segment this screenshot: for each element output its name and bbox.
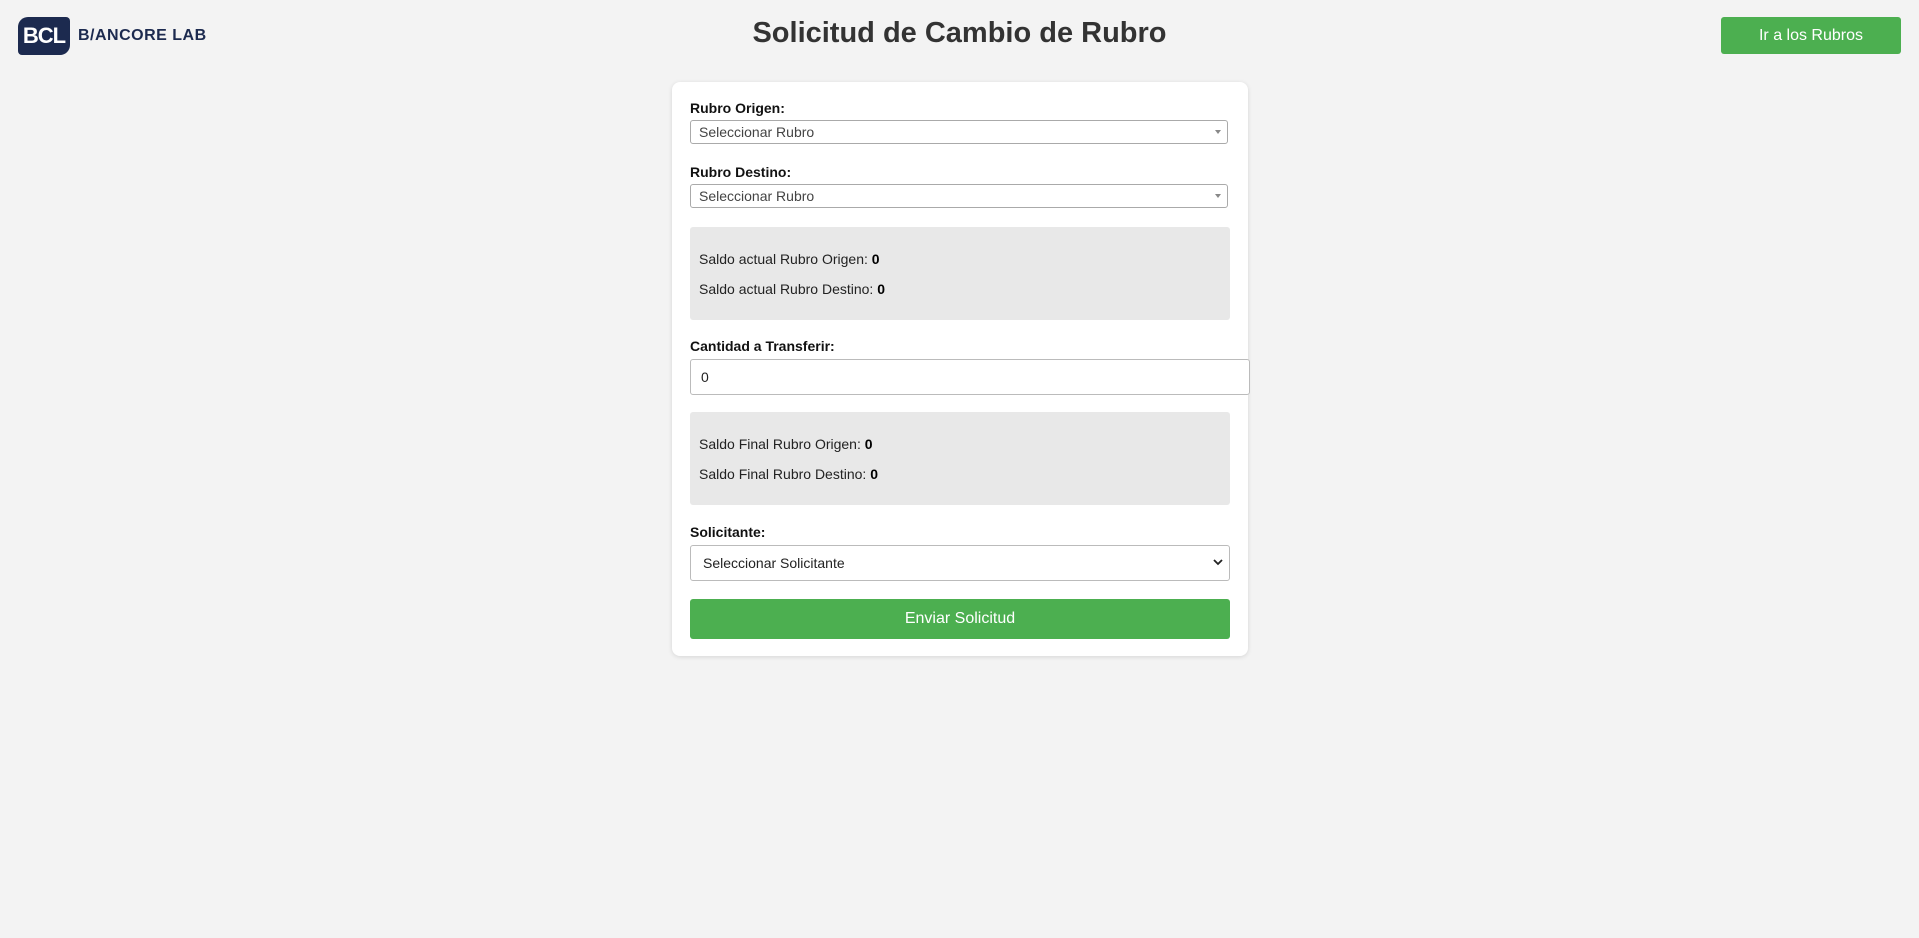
cantidad-input[interactable]: 0 [690, 359, 1250, 395]
saldo-final-origen-value: 0 [864, 436, 873, 452]
saldo-final-origen: Saldo Final Rubro Origen: 0 [699, 436, 873, 452]
saldo-final-destino-label: Saldo Final Rubro Destino: [699, 466, 867, 482]
page-title: Solicitud de Cambio de Rubro [752, 17, 1167, 49]
saldo-actual-box: Saldo actual Rubro Origen: 0 Saldo actua… [690, 227, 1230, 320]
dropdown-arrow-icon [1215, 130, 1221, 134]
request-form-card: Rubro Origen: Seleccionar Rubro Rubro De… [672, 82, 1250, 656]
saldo-final-origen-label: Saldo Final Rubro Origen: [699, 436, 861, 452]
dropdown-arrow-icon [1215, 194, 1221, 198]
rubro-destino-selected-value: Seleccionar Rubro [699, 188, 815, 204]
cantidad-label: Cantidad a Transferir: [690, 338, 835, 354]
saldo-actual-destino: Saldo actual Rubro Destino: 0 [699, 281, 885, 297]
rubro-origen-label: Rubro Origen: [690, 100, 785, 116]
go-to-rubros-button[interactable]: Ir a los Rubros [1721, 17, 1901, 54]
solicitante-select[interactable]: Seleccionar Solicitante [690, 545, 1230, 581]
rubro-destino-select[interactable]: Seleccionar Rubro [690, 184, 1228, 208]
saldo-final-box: Saldo Final Rubro Origen: 0 Saldo Final … [690, 412, 1230, 505]
cantidad-input-value: 0 [701, 369, 709, 385]
submit-request-button[interactable]: Enviar Solicitud [690, 599, 1230, 639]
chevron-down-icon [1213, 559, 1223, 566]
rubro-destino-label: Rubro Destino: [690, 164, 792, 180]
saldo-actual-origen-value: 0 [871, 251, 880, 267]
saldo-actual-origen: Saldo actual Rubro Origen: 0 [699, 251, 880, 267]
saldo-final-destino-value: 0 [870, 466, 878, 482]
page-header: BCL B/ANCORE LAB Solicitud de Cambio de … [0, 0, 1919, 70]
saldo-actual-destino-label: Saldo actual Rubro Destino: [699, 281, 874, 297]
saldo-actual-origen-label: Saldo actual Rubro Origen: [699, 251, 868, 267]
rubro-origen-selected-value: Seleccionar Rubro [699, 124, 815, 140]
solicitante-label: Solicitante: [690, 524, 766, 540]
saldo-actual-destino-value: 0 [877, 281, 886, 297]
saldo-final-destino: Saldo Final Rubro Destino: 0 [699, 466, 878, 482]
solicitante-selected-value: Seleccionar Solicitante [703, 555, 845, 571]
rubro-origen-select[interactable]: Seleccionar Rubro [690, 120, 1228, 144]
